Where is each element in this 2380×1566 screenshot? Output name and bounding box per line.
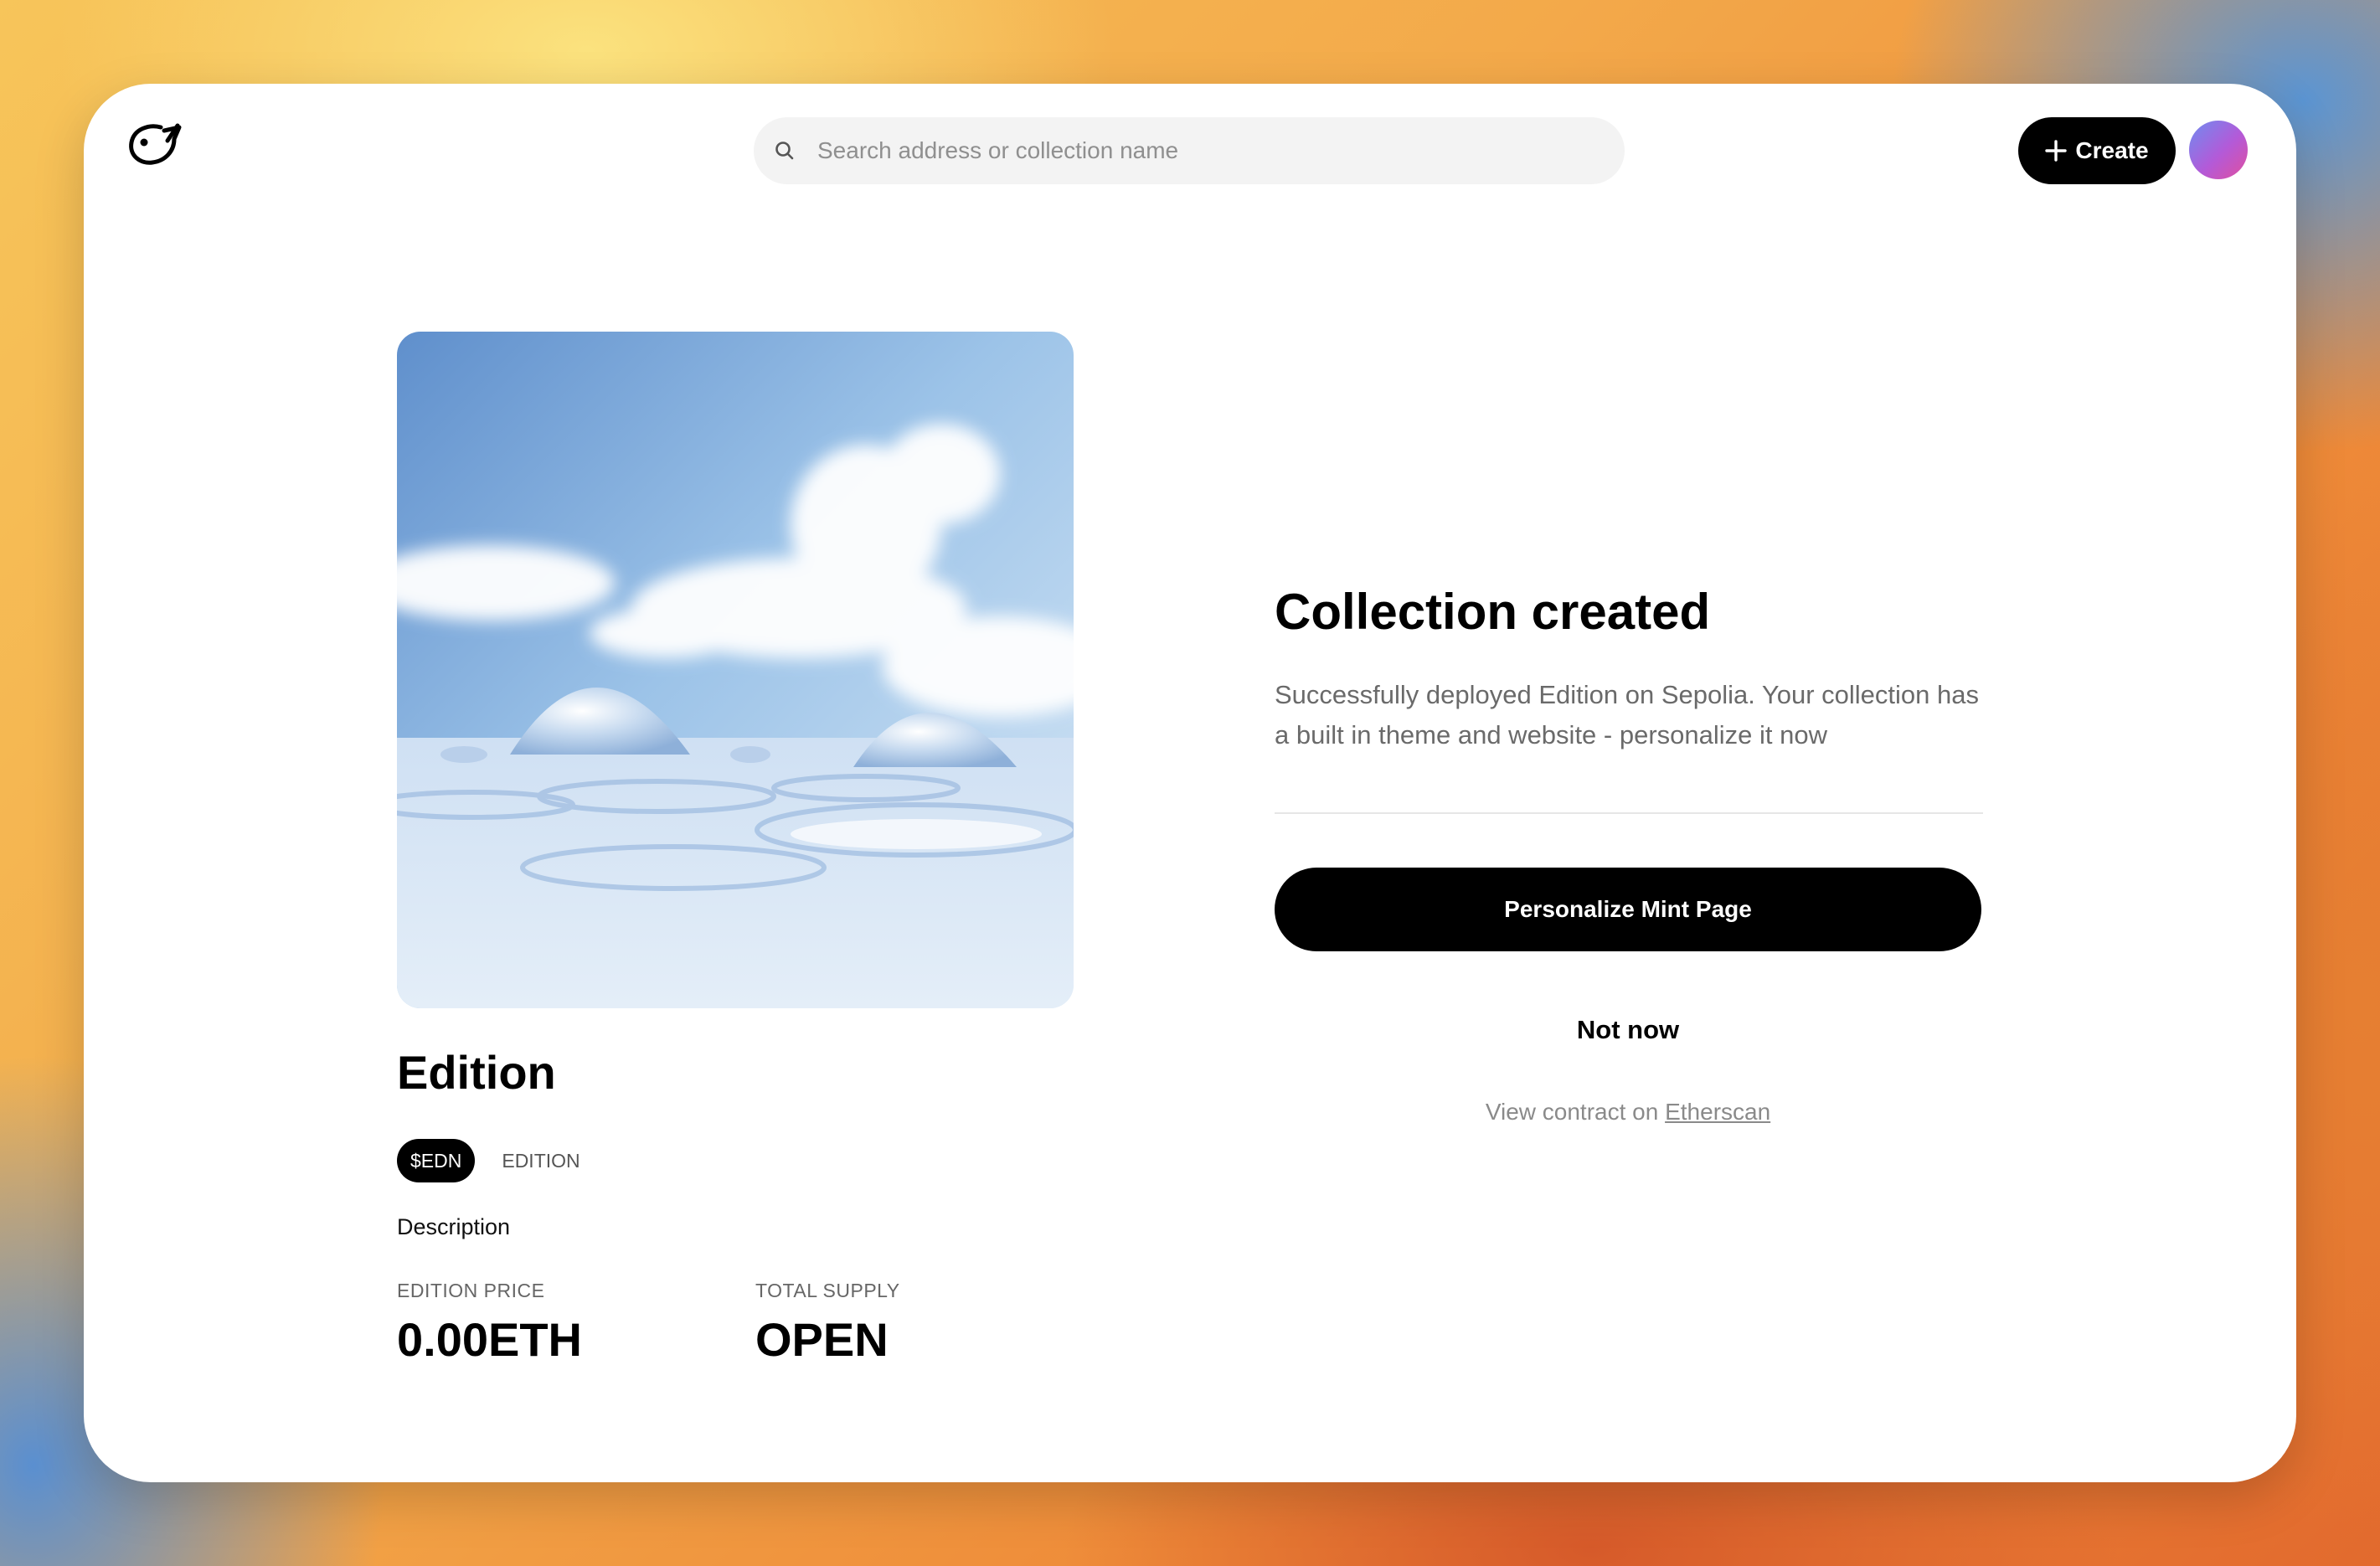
personalize-mint-page-button[interactable]: Personalize Mint Page xyxy=(1275,868,1981,951)
edition-price-stat: EDITION PRICE 0.00ETH xyxy=(397,1280,582,1367)
etherscan-link[interactable]: Etherscan xyxy=(1665,1099,1770,1125)
total-supply-label: TOTAL SUPPLY xyxy=(755,1280,900,1301)
search-bar[interactable] xyxy=(754,117,1625,184)
search-input[interactable] xyxy=(816,137,1625,165)
divider xyxy=(1275,812,1983,814)
status-message: Successfully deployed Edition on Sepolia… xyxy=(1275,680,1979,750)
collection-type-label: EDITION xyxy=(502,1149,580,1172)
plus-icon xyxy=(2045,140,2068,162)
collection-name: Edition xyxy=(397,1046,556,1099)
edition-price-label: EDITION PRICE xyxy=(397,1280,545,1301)
create-button[interactable]: Create xyxy=(2018,117,2176,184)
collection-description: Description xyxy=(397,1214,511,1239)
bird-logo-icon[interactable] xyxy=(127,119,183,169)
user-avatar[interactable] xyxy=(2189,121,2248,179)
total-supply-stat: TOTAL SUPPLY OPEN xyxy=(755,1280,900,1367)
collection-tags: $EDN EDITION xyxy=(397,1139,580,1182)
search-icon xyxy=(774,140,796,162)
collection-artwork-image xyxy=(397,332,1074,1008)
not-now-button[interactable]: Not now xyxy=(1275,1005,1981,1055)
view-contract-line: View contract on Etherscan xyxy=(1275,1099,1981,1126)
symbol-badge: $EDN xyxy=(397,1139,476,1182)
edition-price-value: 0.00ETH xyxy=(397,1313,582,1366)
view-contract-prefix: View contract on xyxy=(1485,1099,1659,1125)
total-supply-value: OPEN xyxy=(755,1313,889,1366)
create-button-label: Create xyxy=(2075,137,2149,163)
app-window: Create xyxy=(84,84,2296,1482)
status-title: Collection created xyxy=(1275,584,1711,640)
